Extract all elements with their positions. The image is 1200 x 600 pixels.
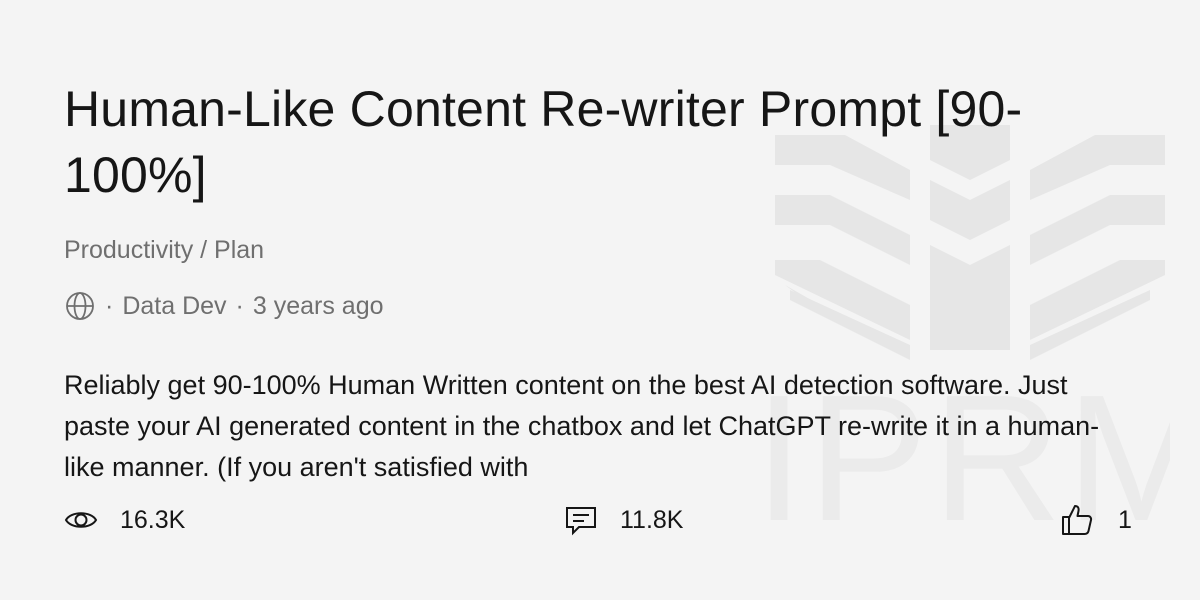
globe-icon <box>64 290 96 322</box>
thumbs-up-icon[interactable] <box>1060 503 1094 537</box>
posted-time: 3 years ago <box>252 291 384 320</box>
prompt-card[interactable]: Human-Like Content Re-writer Prompt [90-… <box>64 0 1144 600</box>
prompt-title[interactable]: Human-Like Content Re-writer Prompt [90-… <box>64 76 1064 208</box>
prompt-category[interactable]: Productivity / Plan <box>64 234 264 266</box>
comments-stat[interactable]: 11.8K <box>564 502 683 538</box>
views-count: 16.3K <box>120 505 186 534</box>
comments-count: 11.8K <box>620 505 684 534</box>
prompt-description: Reliably get 90-100% Human Written conte… <box>64 370 1100 482</box>
eye-icon <box>64 503 98 537</box>
meta-separator: · <box>105 291 114 320</box>
meta-separator: · <box>235 291 244 320</box>
comment-icon <box>564 503 598 537</box>
like-button[interactable]: 1 <box>1060 502 1132 538</box>
views-stat: 16.3K <box>64 502 185 538</box>
prompt-meta: · Data Dev · 3 years ago <box>64 289 384 323</box>
author-name[interactable]: Data Dev <box>122 292 226 321</box>
likes-count: 1 <box>1118 505 1132 534</box>
